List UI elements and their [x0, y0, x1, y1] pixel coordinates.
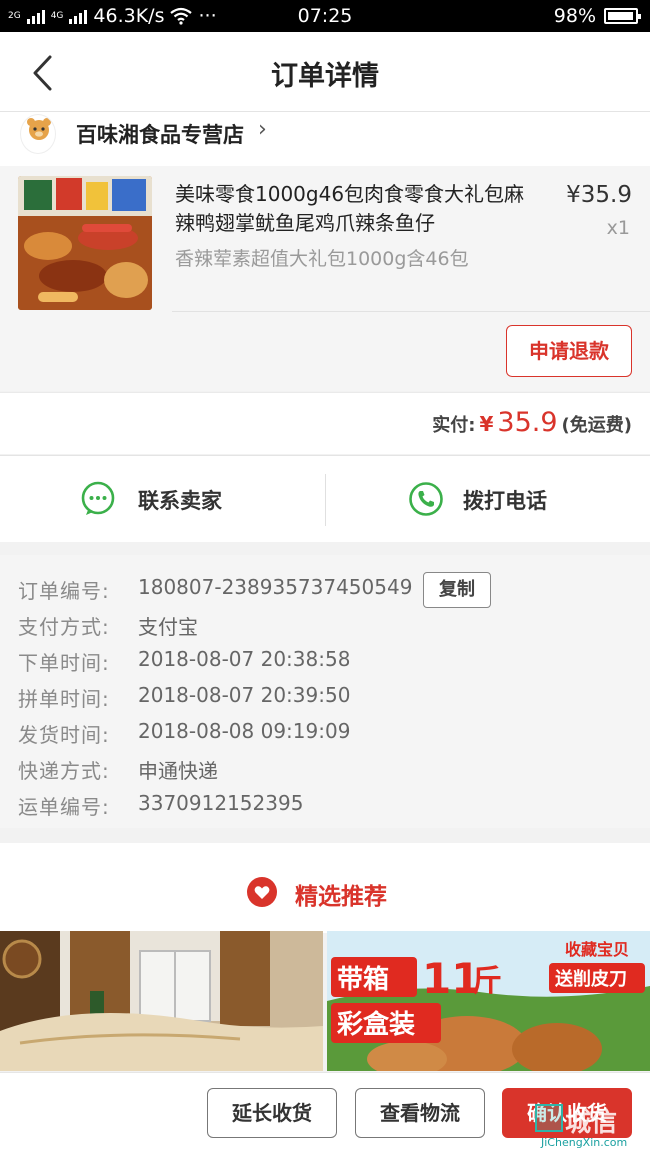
call-phone-label: 拨打电话: [463, 489, 547, 513]
product-quantity: x1: [606, 217, 630, 239]
courier-key: 快递方式:: [18, 759, 110, 783]
group-time-key: 拼单时间:: [18, 687, 110, 711]
snack-pack-image: [18, 176, 152, 310]
recommend-title: 精选推荐: [295, 884, 387, 910]
call-phone-button[interactable]: 拨打电话: [326, 456, 650, 543]
payment-summary: 实付: ¥ 35.9 (免运费): [0, 392, 650, 454]
sofa-image: [0, 931, 323, 1071]
store-logo: [20, 114, 56, 154]
paid-currency: ¥: [479, 412, 494, 436]
ship-time-key: 发货时间:: [18, 723, 110, 747]
order-number-value: 180807-238935737450549: [138, 575, 413, 599]
battery-percent: 98%: [553, 5, 596, 27]
status-bar: 2G 4G 46.3K/s ··· 07:25 98%: [0, 0, 650, 32]
ad-text-line2: 彩盒装: [336, 1009, 415, 1040]
store-name[interactable]: 百味湘食品专营店: [76, 119, 244, 149]
recommend-header: 精选推荐: [0, 843, 650, 933]
heart-icon: [247, 877, 277, 907]
extend-receipt-button[interactable]: 延长收货: [207, 1088, 337, 1138]
watermark-logo-icon: [535, 1104, 563, 1132]
page-title: 订单详情: [271, 61, 379, 92]
copy-button[interactable]: 复制: [423, 572, 491, 608]
contact-seller-label: 联系卖家: [138, 489, 222, 513]
order-time-value: 2018-08-07 20:38:58: [138, 647, 351, 671]
order-time-key: 下单时间:: [18, 651, 110, 675]
courier-value: 申通快递: [138, 759, 218, 783]
ship-time-value: 2018-08-08 09:19:09: [138, 719, 351, 743]
payment-method-value: 支付宝: [138, 615, 198, 639]
store-bear-icon: [27, 118, 51, 140]
paid-label: 实付:: [432, 415, 476, 436]
status-right: 98%: [553, 5, 641, 27]
clock: 07:25: [297, 5, 353, 27]
contact-seller-button[interactable]: 联系卖家: [0, 456, 325, 543]
paid-line: 实付: ¥ 35.9 (免运费): [432, 407, 632, 438]
chat-bubble-icon: [81, 481, 115, 515]
shipping-note: (免运费): [561, 415, 632, 436]
divider: [172, 311, 650, 312]
ad-text-line1: 带箱: [337, 964, 389, 995]
order-info: 订单编号: 180807-238935737450549 复制 支付方式: 支付…: [0, 555, 650, 828]
potato-ad-image: 带箱 11 斤 彩盒装 收藏宝贝 送削皮刀: [327, 931, 650, 1071]
battery-icon: [604, 8, 641, 24]
tracking-value: 3370912152395: [138, 791, 304, 815]
product-thumbnail[interactable]: [18, 176, 152, 310]
chevron-right-icon: ›: [258, 117, 267, 142]
watermark: 城信 JiChengXin.com: [535, 1102, 647, 1152]
refund-button[interactable]: 申请退款: [506, 325, 632, 377]
watermark-text: 城信: [565, 1108, 618, 1138]
phone-icon: [409, 482, 443, 516]
group-time-value: 2018-08-07 20:39:50: [138, 683, 351, 707]
paid-amount: 35.9: [497, 407, 558, 438]
store-row[interactable]: 百味湘食品专营店 ›: [0, 112, 650, 166]
nav-bar: 订单详情: [0, 32, 650, 112]
ad-tag-1: 收藏宝贝: [565, 940, 629, 959]
watermark-url: JiChengXin.com: [541, 1136, 628, 1149]
tracking-key: 运单编号:: [18, 795, 110, 819]
product-price: ¥35.9: [566, 182, 632, 208]
ad-tag-2: 送削皮刀: [554, 968, 627, 990]
product-spec: 香辣荤素超值大礼包1000g含46包: [175, 248, 469, 270]
product-title[interactable]: 美味零食1000g46包肉食零食大礼包麻辣鸭翅掌鱿鱼尾鸡爪辣条鱼仔: [175, 180, 535, 238]
order-number-key: 订单编号:: [18, 579, 110, 603]
contact-bar: 联系卖家 拨打电话: [0, 455, 650, 542]
view-logistics-button[interactable]: 查看物流: [355, 1088, 485, 1138]
ad-text-unit: 斤: [472, 964, 502, 999]
recommend-item-sofa[interactable]: [0, 931, 323, 1071]
recommend-item-potato[interactable]: 带箱 11 斤 彩盒装 收藏宝贝 送削皮刀: [327, 931, 650, 1071]
payment-method-key: 支付方式:: [18, 615, 110, 639]
product-card[interactable]: 美味零食1000g46包肉食零食大礼包麻辣鸭翅掌鱿鱼尾鸡爪辣条鱼仔 香辣荤素超值…: [0, 166, 650, 391]
